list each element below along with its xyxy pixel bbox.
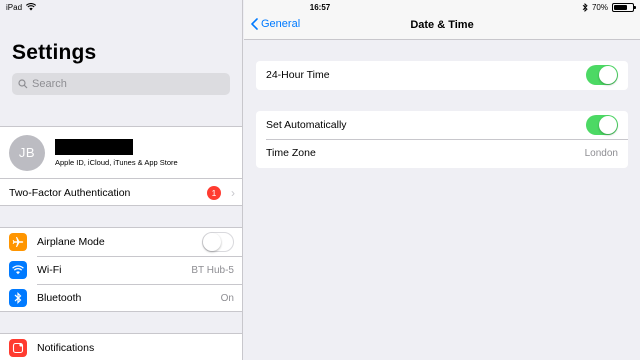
page-title: Date & Time — [410, 19, 474, 31]
twenty-four-hour-label: 24-Hour Time — [266, 69, 330, 81]
apple-id-row[interactable]: JB Apple ID, iCloud, iTunes & App Store — [0, 127, 242, 179]
profile-subtitle: Apple ID, iCloud, iTunes & App Store — [55, 157, 178, 167]
two-factor-row[interactable]: Two-Factor Authentication 1 › — [0, 179, 242, 206]
sidebar-item-wifi[interactable]: Wi-Fi BT Hub-5 — [0, 256, 242, 284]
time-zone-value: London — [584, 147, 618, 159]
sidebar-item-label: Bluetooth — [37, 292, 82, 304]
sidebar-item-airplane-mode[interactable]: Airplane Mode — [0, 228, 242, 256]
sidebar-item-bluetooth[interactable]: Bluetooth On — [0, 284, 242, 312]
avatar: JB — [9, 134, 45, 171]
time-settings-group: Set Automatically Time Zone London — [256, 111, 628, 168]
set-automatically-row: Set Automatically — [256, 111, 628, 139]
chevron-right-icon: › — [231, 185, 235, 200]
two-factor-label: Two-Factor Authentication — [9, 186, 131, 199]
bluetooth-value: On — [220, 292, 234, 304]
notifications-group: Notifications — [0, 333, 242, 360]
profile-text: Apple ID, iCloud, iTunes & App Store — [55, 138, 178, 167]
device-name: iPad — [6, 2, 23, 12]
sidebar-title: Settings — [12, 41, 97, 64]
toggle-knob — [599, 116, 617, 134]
account-group: JB Apple ID, iCloud, iTunes & App Store … — [0, 126, 242, 206]
time-format-group: 24-Hour Time — [256, 61, 628, 90]
time-zone-label: Time Zone — [266, 147, 316, 159]
wifi-status-icon — [26, 3, 37, 11]
notification-badge: 1 — [207, 185, 221, 200]
sidebar-item-label: Wi-Fi — [37, 264, 62, 276]
redacted-name — [55, 138, 133, 155]
search-input[interactable] — [32, 78, 212, 90]
notifications-icon — [9, 339, 27, 357]
search-bar[interactable] — [12, 73, 230, 95]
status-time: 16:57 — [309, 2, 331, 12]
sidebar-item-label: Airplane Mode — [37, 236, 105, 248]
toggle-knob — [599, 66, 617, 84]
set-automatically-label: Set Automatically — [266, 119, 347, 131]
status-right: 70% — [582, 2, 636, 12]
bluetooth-icon — [9, 289, 27, 307]
set-automatically-toggle[interactable] — [586, 115, 618, 135]
status-bar: iPad 16:57 70% — [0, 0, 640, 14]
twenty-four-hour-toggle[interactable] — [586, 65, 618, 85]
battery-percent: 70% — [591, 2, 608, 12]
airplane-icon — [9, 233, 27, 251]
search-icon — [18, 79, 28, 89]
wifi-network-value: BT Hub-5 — [191, 264, 234, 276]
status-left: iPad — [6, 2, 37, 12]
settings-sidebar: Settings JB Apple ID, iCloud, iTunes & A… — [0, 0, 243, 360]
sidebar-item-notifications[interactable]: Notifications — [0, 334, 242, 360]
battery-fill — [614, 4, 627, 10]
toggle-knob — [203, 233, 221, 251]
wifi-icon — [9, 261, 27, 279]
bluetooth-status-icon — [582, 2, 588, 12]
detail-panel: General Date & Time 24-Hour Time Set Aut… — [244, 0, 640, 360]
time-zone-row[interactable]: Time Zone London — [256, 139, 628, 167]
twenty-four-hour-row: 24-Hour Time — [256, 61, 628, 89]
battery-icon — [612, 2, 636, 12]
sidebar-item-label: Notifications — [37, 342, 95, 354]
connectivity-group: Airplane Mode Wi-Fi BT Hub-5 Bluetooth O… — [0, 227, 242, 312]
airplane-mode-toggle[interactable] — [202, 232, 234, 252]
